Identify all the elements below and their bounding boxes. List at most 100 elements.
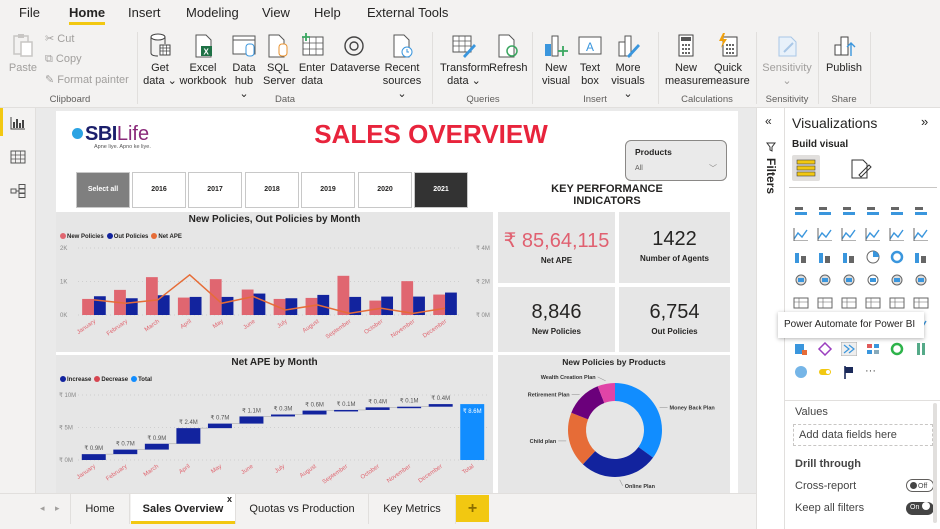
arcgis-icon[interactable]: [889, 342, 905, 356]
new-visual-button[interactable]: New visual: [540, 32, 572, 88]
menu-view[interactable]: View: [262, 5, 290, 20]
year-slicer-2016[interactable]: 2016: [132, 172, 186, 208]
x-tick-label: September: [322, 464, 349, 486]
quick-measure-button[interactable]: Quick measure: [707, 32, 750, 88]
tab-home[interactable]: Home: [70, 494, 130, 524]
products-dropdown[interactable]: Products All ﹀: [625, 140, 727, 181]
paste-button[interactable]: Paste: [8, 32, 38, 75]
line-stacked-column-icon[interactable]: [889, 227, 905, 242]
year-slicer-2021[interactable]: 2021: [414, 172, 468, 208]
tab-quotas-vs-production[interactable]: Quotas vs Production: [236, 494, 369, 524]
gauge-icon[interactable]: [889, 273, 905, 287]
donut-chart-icon[interactable]: [889, 250, 905, 264]
year-slicer-2019[interactable]: 2019: [301, 172, 355, 208]
scatter-chart-icon[interactable]: [841, 250, 857, 264]
stacked-bar-chart-icon[interactable]: [793, 204, 809, 218]
year-slicer-2020[interactable]: 2020: [358, 172, 412, 208]
power-automate-icon[interactable]: [817, 341, 833, 357]
menu-external-tools[interactable]: External Tools: [367, 5, 448, 20]
close-tab-icon[interactable]: x: [227, 484, 232, 514]
scroll-left-icon[interactable]: ◂: [40, 503, 45, 514]
report-view-icon[interactable]: [10, 116, 26, 130]
multi-row-card-icon[interactable]: [793, 296, 809, 310]
ribbon-chart-icon[interactable]: [913, 227, 929, 242]
custom-visual-icon[interactable]: [913, 342, 929, 356]
keep-all-filters-toggle[interactable]: On: [906, 502, 934, 515]
new-measure-button[interactable]: New measure: [665, 32, 708, 88]
get-data-button[interactable]: Get data ⌄: [143, 32, 177, 88]
collapse-pane-icon[interactable]: »: [921, 114, 928, 129]
line-chart-icon[interactable]: [793, 227, 809, 242]
text-box-button[interactable]: A Text box: [576, 32, 604, 88]
matrix-icon[interactable]: [889, 296, 905, 310]
waterfall-chart-icon[interactable]: [793, 250, 809, 264]
menu-file[interactable]: File: [19, 5, 40, 20]
add-page-button[interactable]: +: [456, 495, 489, 522]
100-stacked-column-chart-icon[interactable]: [913, 204, 929, 218]
cut-button[interactable]: ✂ Cut: [45, 33, 74, 46]
card-icon[interactable]: [913, 273, 929, 287]
scroll-right-icon[interactable]: ▸: [55, 503, 60, 514]
policies-by-products-chart[interactable]: New Policies by Products Money Back Plan…: [498, 355, 730, 493]
tab-key-metrics[interactable]: Key Metrics: [369, 494, 456, 524]
clustered-column-chart-icon[interactable]: [865, 204, 881, 218]
kpi-icon[interactable]: [817, 296, 833, 310]
power-automate-icon[interactable]: [840, 341, 858, 357]
azure-map-icon[interactable]: [865, 273, 881, 287]
menu-home[interactable]: Home: [69, 5, 106, 25]
table-icon[interactable]: [865, 296, 881, 310]
year-slicer-2018[interactable]: 2018: [245, 172, 299, 208]
funnel-chart-icon[interactable]: [817, 250, 833, 264]
more-visuals-button[interactable]: More visuals ⌄: [608, 32, 648, 101]
year-slicer-2017[interactable]: 2017: [188, 172, 242, 208]
menu-modeling[interactable]: Modeling: [186, 5, 239, 20]
menu-insert[interactable]: Insert: [128, 5, 161, 20]
model-view-icon[interactable]: [10, 184, 26, 198]
table-view-icon[interactable]: [10, 150, 26, 164]
stacked-area-chart-icon[interactable]: [841, 227, 857, 242]
expand-filters-icon[interactable]: «: [765, 114, 772, 128]
recent-sources-button[interactable]: Recent sources ⌄: [380, 32, 424, 101]
policies-by-month-chart[interactable]: New Policies, Out Policies by Month New …: [56, 212, 493, 352]
treemap-icon[interactable]: [913, 250, 929, 264]
sql-server-button[interactable]: SQL Server: [263, 32, 295, 88]
toggle-visual-icon[interactable]: [817, 365, 833, 379]
transform-data-button[interactable]: Transform data ⌄: [440, 32, 490, 88]
globe-icon[interactable]: [793, 365, 809, 379]
menu-help[interactable]: Help: [314, 5, 341, 20]
clustered-bar-chart-icon[interactable]: [841, 204, 857, 218]
format-visual-icon[interactable]: [849, 157, 873, 181]
pie-chart-icon[interactable]: [865, 250, 881, 264]
net-ape-waterfall-chart[interactable]: Net APE by Month Increase Decrease Total…: [56, 355, 493, 493]
add-data-fields-dropzone[interactable]: Add data fields here: [793, 424, 933, 446]
more-visuals-icon[interactable]: ···: [865, 365, 881, 379]
build-visual-tab[interactable]: [792, 155, 820, 181]
power-apps-icon[interactable]: [793, 342, 809, 356]
bar-out-policies: [445, 292, 457, 315]
shape-map-icon[interactable]: [841, 273, 857, 287]
sensitivity-button[interactable]: Sensitivity ⌄: [762, 32, 812, 88]
enter-data-button[interactable]: Enter data: [298, 32, 326, 88]
year-slicer-select-all[interactable]: Select all: [76, 172, 130, 208]
map-icon[interactable]: [793, 273, 809, 287]
data-hub-label-1: Data: [232, 62, 256, 74]
100-stacked-bar-chart-icon[interactable]: [889, 204, 905, 218]
tab-sales-overview[interactable]: Sales Overview x: [131, 494, 236, 524]
line-clustered-column-icon[interactable]: [865, 227, 881, 242]
pane-scrollbar[interactable]: [933, 403, 937, 523]
r-visual-icon[interactable]: [913, 296, 929, 310]
area-chart-icon[interactable]: [817, 227, 833, 242]
slicer-icon[interactable]: [841, 296, 857, 310]
refresh-button[interactable]: Refresh: [489, 32, 528, 75]
publish-button[interactable]: Publish: [825, 32, 863, 75]
dataverse-button[interactable]: Dataverse: [330, 32, 380, 75]
data-hub-button[interactable]: Data hub ⌄: [229, 32, 259, 101]
excel-workbook-button[interactable]: X Excel workbook: [179, 32, 227, 88]
flag-icon[interactable]: [841, 365, 857, 379]
filled-map-icon[interactable]: [817, 273, 833, 287]
format-painter-button[interactable]: ✎ Format painter: [45, 74, 129, 87]
cross-report-toggle[interactable]: Off: [906, 479, 934, 492]
copy-button[interactable]: ⧉ Copy: [45, 53, 82, 66]
metrics-icon[interactable]: [865, 342, 881, 356]
stacked-column-chart-icon[interactable]: [817, 204, 833, 218]
